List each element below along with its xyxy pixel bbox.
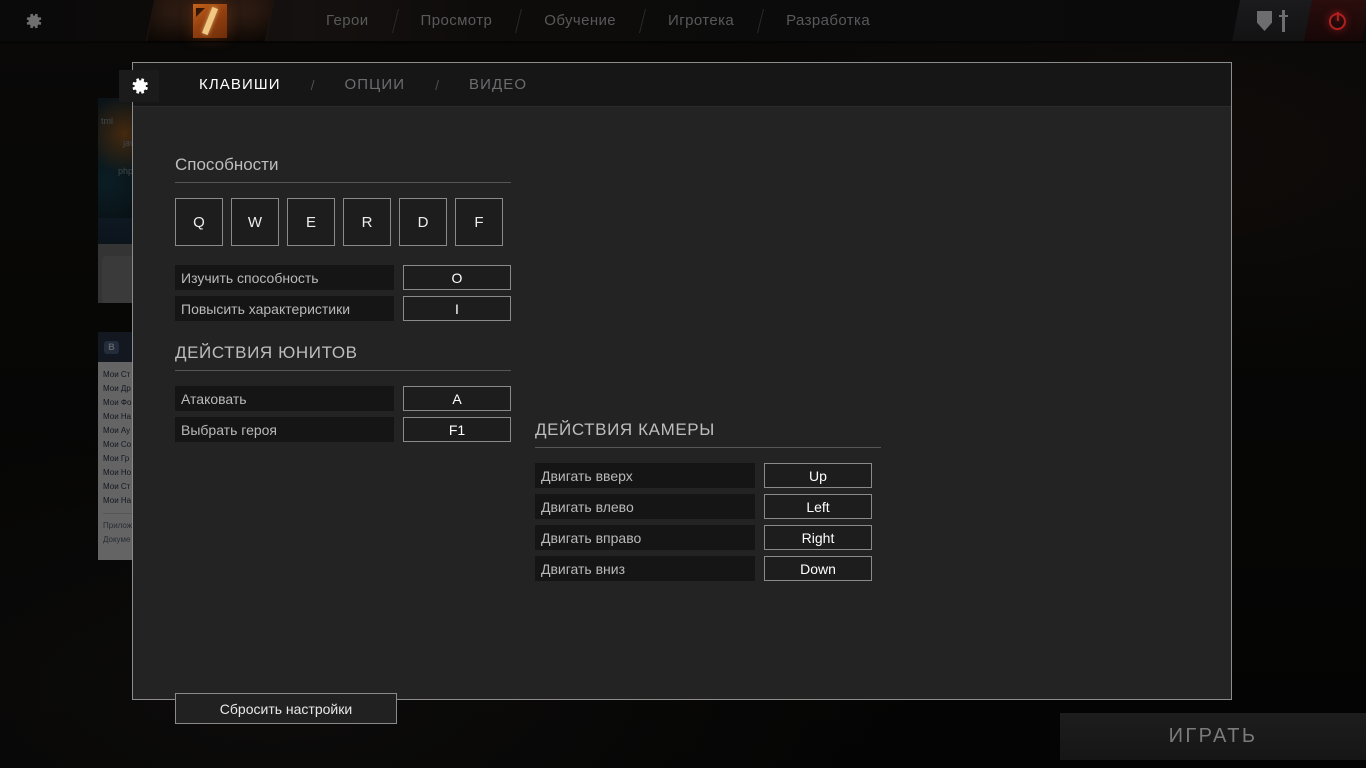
binding-row: Двигать вправо Right [535, 525, 881, 550]
dota2-logo-button[interactable] [145, 0, 275, 42]
binding-label: Двигать вправо [535, 525, 755, 550]
ability-key-f[interactable]: F [455, 198, 503, 246]
tab-hotkeys[interactable]: КЛАВИШИ [195, 76, 285, 93]
binding-row: Выбрать героя F1 [175, 417, 511, 442]
settings-dialog: КЛАВИШИ / ОПЦИИ / ВИДЕО Способности Q W … [119, 62, 1232, 724]
binding-label: Изучить способность [175, 265, 394, 290]
settings-body: Способности Q W E R D F Изучить способно… [133, 107, 1231, 724]
hotkeys-camera-column: ДЕЙСТВИЯ КАМЕРЫ Двигать вверх Up Двигать… [535, 420, 881, 587]
ability-key-d[interactable]: D [399, 198, 447, 246]
nav-item-label: Игротека [668, 12, 735, 29]
settings-gear-badge [119, 70, 159, 102]
ability-key-r[interactable]: R [343, 198, 391, 246]
nav-armory-button[interactable] [1231, 0, 1313, 42]
abilities-section-title: Способности [175, 155, 511, 183]
ability-key-w[interactable]: W [231, 198, 279, 246]
nav-item-arcade[interactable]: Игротека [642, 0, 760, 42]
binding-label: Двигать вверх [535, 463, 755, 488]
nav-item-watch[interactable]: Просмотр [395, 0, 519, 42]
binding-label: Повысить характеристики [175, 296, 394, 321]
nav-item-heroes[interactable]: Герои [300, 0, 395, 42]
binding-label: Двигать влево [535, 494, 755, 519]
hotkeys-left-column: Способности Q W E R D F Изучить способно… [175, 155, 511, 448]
binding-key-button[interactable]: A [403, 386, 511, 411]
nav-item-label: Разработка [786, 12, 871, 29]
dota2-logo-icon [193, 3, 227, 38]
nav-settings-button[interactable] [0, 10, 66, 32]
reset-settings-button[interactable]: Сбросить настройки [175, 693, 397, 724]
nav-right-controls [1231, 0, 1366, 42]
tab-separator: / [435, 76, 439, 93]
binding-key-button[interactable]: F1 [403, 417, 511, 442]
shield-icon [1257, 11, 1272, 31]
ability-key-e[interactable]: E [287, 198, 335, 246]
power-icon [1328, 12, 1346, 29]
browser-tag-2: php [118, 166, 134, 176]
binding-row: Двигать вверх Up [535, 463, 881, 488]
binding-key-button[interactable]: O [403, 265, 511, 290]
settings-tab-bar: КЛАВИШИ / ОПЦИИ / ВИДЕО [119, 63, 1231, 107]
tab-separator: / [310, 76, 315, 93]
nav-item-label: Герои [326, 12, 369, 29]
binding-row: Повысить характеристики I [175, 296, 511, 321]
binding-row: Атаковать A [175, 386, 511, 411]
camera-actions-section-title: ДЕЙСТВИЯ КАМЕРЫ [535, 420, 881, 448]
main-nav-items: Герои Просмотр Обучение Игротека Разрабо… [300, 0, 896, 42]
tab-video[interactable]: ВИДЕО [465, 76, 531, 93]
binding-row: Двигать вниз Down [535, 556, 881, 581]
nav-item-label: Просмотр [420, 12, 493, 29]
binding-key-button[interactable]: Right [764, 525, 872, 550]
binding-key-button[interactable]: Left [764, 494, 872, 519]
tab-options[interactable]: ОПЦИИ [341, 76, 410, 93]
sword-icon [1279, 10, 1288, 32]
binding-row: Двигать влево Left [535, 494, 881, 519]
binding-key-button[interactable]: I [403, 296, 511, 321]
settings-tabs: КЛАВИШИ / ОПЦИИ / ВИДЕО [195, 76, 531, 93]
settings-gear-icon [132, 78, 148, 94]
binding-key-button[interactable]: Up [764, 463, 872, 488]
ability-key-grid: Q W E R D F [175, 198, 511, 246]
play-button-label: ИГРАТЬ [1168, 725, 1258, 747]
binding-label: Двигать вниз [535, 556, 755, 581]
nav-quit-button[interactable] [1303, 0, 1366, 42]
binding-label: Выбрать героя [175, 417, 394, 442]
browser-tag-0: tml [101, 116, 113, 126]
unit-actions-section-title: ДЕЙСТВИЯ ЮНИТОВ [175, 343, 511, 371]
gear-icon [26, 13, 42, 28]
nav-item-learn[interactable]: Обучение [518, 0, 642, 42]
ability-key-q[interactable]: Q [175, 198, 223, 246]
binding-key-button[interactable]: Down [764, 556, 872, 581]
vk-logo: B [104, 340, 119, 354]
binding-label: Атаковать [175, 386, 394, 411]
dota2-main-menu: tml jav php ⇩ ⇩ B Мои Ст Мои Др Мои Фо М… [0, 0, 1366, 768]
nav-item-label: Обучение [544, 12, 617, 29]
top-navigation-bar: Герои Просмотр Обучение Игротека Разрабо… [0, 0, 1366, 44]
nav-item-workshop[interactable]: Разработка [760, 0, 896, 42]
binding-row: Изучить способность O [175, 265, 511, 290]
play-button[interactable]: ИГРАТЬ [1060, 713, 1366, 760]
